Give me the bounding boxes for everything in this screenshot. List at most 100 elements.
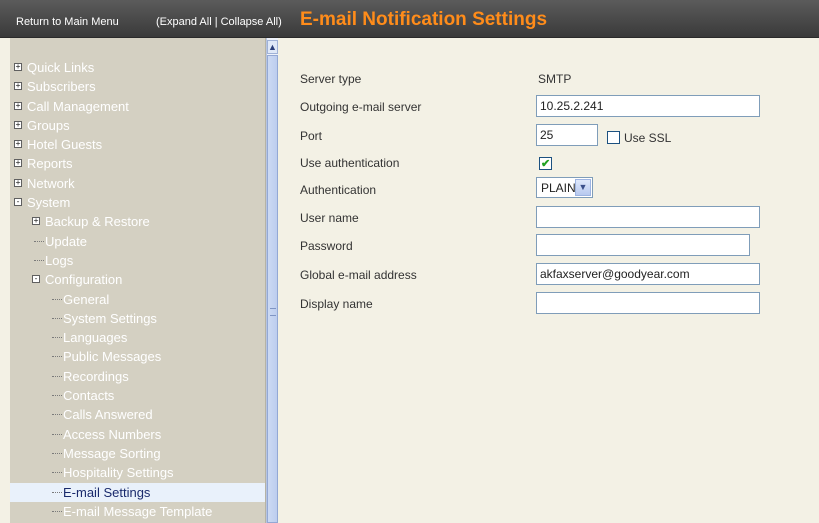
use-ssl-label[interactable]: Use SSL [624,131,671,145]
sidebar-item-system[interactable]: - System [10,193,265,212]
expand-plus-icon[interactable]: + [14,120,22,129]
top-bar: Return to Main Menu (Expand All | Collap… [0,0,819,38]
use-authentication-checkbox[interactable]: ✔ [539,157,552,170]
checkmark-icon: ✔ [541,158,551,170]
sidebar-item-label: Calls Answered [63,407,153,423]
scrollbar-thumb[interactable] [267,55,278,523]
tree-connector [52,298,62,300]
scroll-up-arrow-icon[interactable]: ▲ [267,40,278,54]
expand-plus-icon[interactable]: + [14,101,22,110]
expand-plus-icon[interactable]: + [14,63,22,71]
sidebar-item-logs[interactable]: Logs [10,251,265,270]
sidebar-item-label: System [27,195,71,211]
tree-connector [52,491,62,493]
tree-connector [52,414,62,416]
collapse-minus-icon[interactable]: - [14,198,22,207]
sidebar-item-contacts[interactable]: Contacts [10,386,265,405]
password-input[interactable] [536,234,750,256]
port-label: Port [300,129,323,143]
sidebar-item-label: Configuration [45,272,123,288]
sidebar-item-reports[interactable]: + Reports [10,154,265,173]
sidebar-item-label: General [63,291,110,307]
sidebar-item-groups[interactable]: + Groups [10,116,265,135]
sidebar-item-message-sorting[interactable]: Message Sorting [10,444,265,463]
tree-connector [52,510,62,512]
sidebar-item-label: System Settings [63,310,157,326]
sidebar-scrollbar[interactable]: ▲ [266,38,278,523]
display-name-label: Display name [300,297,373,311]
sidebar-item-label: Logs [45,252,74,268]
sidebar-item-label: Languages [63,330,128,346]
authentication-selected-value: PLAIN [541,181,576,195]
sidebar-item-configuration[interactable]: - Configuration [10,270,265,289]
sidebar-item-label: Update [45,233,87,249]
sidebar-item-recordings[interactable]: Recordings [10,367,265,386]
sidebar-item-label: Groups [27,117,70,133]
sidebar-item-e-mail-message-template[interactable]: E-mail Message Template [10,502,265,521]
port-input[interactable] [536,124,598,146]
tree-connector [52,337,62,339]
sidebar-item-calls-answered[interactable]: Calls Answered [10,405,265,424]
server-type-label: Server type [300,72,362,86]
outgoing-server-input[interactable] [536,95,760,117]
tree-connector [52,356,62,358]
sidebar-item-label: Hotel Guests [27,137,103,153]
sidebar-item-hotel-guests[interactable]: + Hotel Guests [10,135,265,154]
server-type-value: SMTP [538,72,572,86]
sidebar-item-access-numbers[interactable]: Access Numbers [10,425,265,444]
sidebar-item-hospitality-settings[interactable]: Hospitality Settings [10,463,265,482]
tree-connector [52,433,62,435]
sidebar-item-label: Public Messages [63,349,162,365]
sidebar-item-label: Message Sorting [63,445,161,461]
scroll-grip-icon [270,308,276,316]
outgoing-server-label: Outgoing e-mail server [300,100,422,114]
sidebar-item-label: Backup & Restore [45,214,150,230]
authentication-label: Authentication [300,183,377,197]
sidebar-item-label: Access Numbers [63,426,162,442]
sidebar-item-label: Quick Links [27,60,95,75]
sidebar-item-label: Network [27,175,75,191]
collapse-minus-icon[interactable]: - [32,275,40,284]
user-name-input[interactable] [536,206,760,228]
expand-plus-icon[interactable]: + [14,178,22,187]
sidebar-item-call-management[interactable]: + Call Management [10,97,265,116]
sidebar-item-general[interactable]: General [10,290,265,309]
sidebar-item-update[interactable]: Update [10,232,265,251]
sidebar-item-public-messages[interactable]: Public Messages [10,347,265,366]
expand-plus-icon[interactable]: + [32,217,40,226]
sidebar-item-system-settings[interactable]: System Settings [10,309,265,328]
sidebar-item-subscribers[interactable]: + Subscribers [10,77,265,96]
global-email-label: Global e-mail address [300,268,417,282]
expand-collapse-all-link[interactable]: (Expand All | Collapse All) [156,16,282,28]
sidebar-item-label: E-mail Settings [63,484,151,500]
sidebar-nav-tree: + Quick Links + Subscribers + Call Management… [10,38,266,523]
tree-connector [34,259,44,261]
tree-connector [34,240,44,242]
sidebar-item-label: Call Management [27,98,129,114]
tree-connector [52,317,62,319]
sidebar-item-quick-links[interactable]: + Quick Links [10,58,265,77]
sidebar-item-network[interactable]: + Network [10,174,265,193]
sidebar-item-label: Hospitality Settings [63,465,174,481]
sidebar-item-backup-restore[interactable]: + Backup & Restore [10,212,265,231]
display-name-input[interactable] [536,292,760,314]
tree-container: + Quick Links + Subscribers + Call Management… [10,58,265,521]
password-label: Password [300,239,353,253]
expand-plus-icon[interactable]: + [14,140,22,149]
sidebar-item-e-mail-settings[interactable]: E-mail Settings [10,482,265,502]
chevron-down-icon[interactable]: ▼ [575,179,591,196]
expand-plus-icon[interactable]: + [14,82,22,91]
expand-plus-icon[interactable]: + [14,159,22,168]
global-email-input[interactable] [536,263,760,285]
return-main-menu-link[interactable]: Return to Main Menu [16,16,119,28]
sidebar-item-label: Subscribers [27,79,96,95]
page-title: E-mail Notification Settings [300,9,548,30]
tree-connector [52,395,62,397]
user-name-label: User name [300,211,359,225]
tree-connector [52,472,62,474]
use-ssl-checkbox[interactable] [607,131,620,144]
sidebar-item-label: E-mail Message Template [63,503,213,519]
sidebar-item-languages[interactable]: Languages [10,328,265,347]
authentication-select[interactable]: PLAIN ▼ [536,177,593,198]
sidebar-item-label: Contacts [63,388,115,404]
